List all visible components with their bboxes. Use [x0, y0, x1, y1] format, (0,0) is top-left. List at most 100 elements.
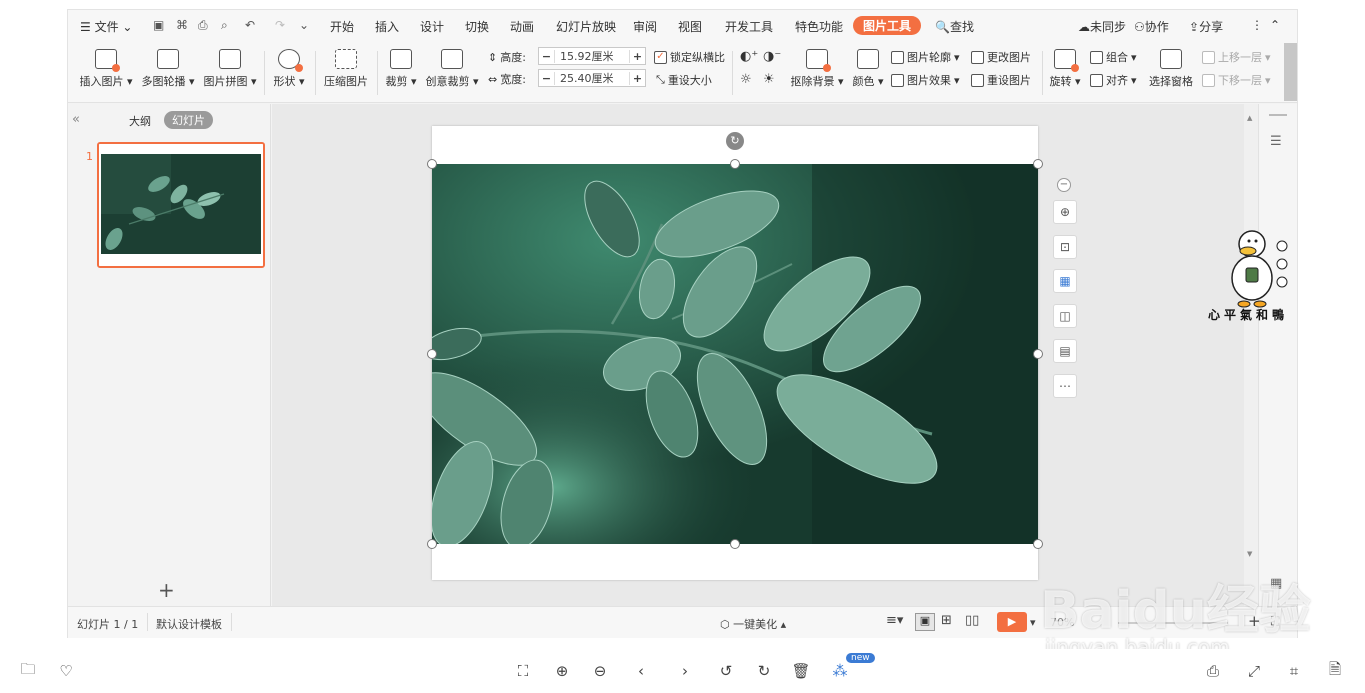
compress-picture-button[interactable]: 压缩图片	[321, 49, 371, 89]
ribbon-scroll-right[interactable]	[1284, 43, 1297, 101]
scroll-up-icon[interactable]: ▲	[1247, 114, 1252, 122]
leaf-picture[interactable]	[432, 164, 1038, 544]
add-slide-button[interactable]: +	[158, 578, 175, 602]
height-decrease-button[interactable]: −	[539, 49, 555, 63]
picture-outline-button[interactable]: 图片轮廓 ▾	[891, 49, 960, 65]
print-preview-icon[interactable]: ⌕	[221, 18, 228, 33]
actual-size-icon[interactable]: ⛶	[512, 660, 534, 682]
crop-picture-icon[interactable]: ⊡	[1053, 235, 1077, 259]
normal-view-icon[interactable]: ▣	[915, 613, 935, 631]
reset-size-button[interactable]: ⤡ 重设大小	[656, 72, 712, 88]
file-info-icon[interactable]: 🗎	[1324, 660, 1346, 682]
tab-outline[interactable]: 大纲	[129, 113, 151, 129]
rotate-right-icon[interactable]: ↻	[753, 660, 775, 682]
selection-pane-button[interactable]: 选择窗格	[1145, 49, 1197, 89]
picture-to-text-icon[interactable]: ▦	[1053, 269, 1077, 293]
multi-carousel-button[interactable]: 多图轮播 ▾	[140, 49, 196, 89]
insert-picture-button[interactable]: 插入图片 ▾	[78, 49, 134, 89]
sync-status-button[interactable]: ☁未同步	[1078, 18, 1126, 35]
slideshow-dropdown-icon[interactable]: ▾	[1030, 616, 1036, 629]
tab-animations[interactable]: 动画	[510, 18, 534, 35]
resize-handle-bottom-left[interactable]	[427, 539, 437, 549]
height-input[interactable]: 15.92厘米	[555, 48, 629, 64]
send-backward-button[interactable]: 下移一层 ▾	[1202, 72, 1271, 88]
fullscreen-icon[interactable]: ⤢	[1243, 660, 1265, 682]
rotate-button[interactable]: 旋转 ▾	[1048, 49, 1082, 89]
share-button[interactable]: ⇪分享	[1189, 18, 1223, 35]
shape-button[interactable]: 形状 ▾	[271, 49, 307, 89]
resize-handle-bottom-right[interactable]	[1033, 539, 1043, 549]
slide-sorter-icon[interactable]: ⊞	[941, 613, 952, 628]
width-increase-button[interactable]: +	[629, 71, 645, 85]
remove-background-button[interactable]: 抠除背景 ▾	[786, 49, 848, 89]
tab-picture-tools[interactable]: 图片工具	[853, 16, 922, 35]
collaborate-button[interactable]: ⚇协作	[1134, 18, 1169, 35]
favorite-heart-icon[interactable]: ♡	[55, 660, 77, 682]
tab-insert[interactable]: 插入	[375, 18, 399, 35]
contrast-increase-icon[interactable]: ◐⁺	[740, 49, 758, 64]
width-decrease-button[interactable]: −	[539, 71, 555, 85]
previous-icon[interactable]: ‹	[630, 660, 652, 682]
reading-view-icon[interactable]: ▯▯	[965, 613, 979, 628]
scroll-down-icon[interactable]: ▼	[1247, 550, 1252, 558]
group-button[interactable]: 组合 ▾	[1090, 49, 1137, 65]
contrast-decrease-icon[interactable]: ◑⁻	[763, 49, 781, 64]
height-stepper[interactable]: − 15.92厘米 +	[538, 47, 646, 65]
print-icon[interactable]: ⎙	[198, 18, 208, 33]
crop-button[interactable]: 裁剪 ▾	[384, 49, 418, 89]
rotate-left-icon[interactable]: ↺	[715, 660, 737, 682]
resize-handle-top-right[interactable]	[1033, 159, 1043, 169]
more-picture-tools-icon[interactable]: ⋯	[1053, 374, 1077, 398]
picture-collage-button[interactable]: 图片拼图 ▾	[202, 49, 258, 89]
tab-transitions[interactable]: 切换	[465, 18, 489, 35]
resize-handle-top-left[interactable]	[427, 159, 437, 169]
align-button[interactable]: 对齐 ▾	[1090, 72, 1137, 88]
zoom-out-icon[interactable]: ⊖	[589, 660, 611, 682]
bring-forward-button[interactable]: 上移一层 ▾	[1202, 49, 1271, 65]
lock-aspect-ratio-checkbox[interactable]: ✓ 锁定纵横比	[654, 49, 725, 65]
picture-effects-button[interactable]: 图片效果 ▾	[891, 72, 960, 88]
more-options-icon[interactable]: ⋮	[1251, 18, 1263, 32]
ocr-scan-icon[interactable]: ⌗	[1283, 660, 1305, 682]
zoom-picture-icon[interactable]: ⊕	[1053, 200, 1077, 224]
file-menu[interactable]: ☰ 文件 ⌄	[80, 18, 132, 35]
format-painter-icon[interactable]: ⌘	[176, 18, 188, 32]
zoom-in-icon[interactable]: ⊕	[551, 660, 573, 682]
notes-icon[interactable]: ≡▾	[886, 613, 903, 628]
search-button[interactable]: 🔍查找	[935, 18, 974, 35]
undo-icon[interactable]: ↶	[245, 18, 255, 32]
beautify-button[interactable]: ⬡ 一键美化 ▴	[720, 616, 786, 632]
color-button[interactable]: 颜色 ▾	[851, 49, 885, 89]
vertical-scrollbar[interactable]: ▲ ▼	[1244, 104, 1258, 606]
replace-picture-icon[interactable]: ◫	[1053, 304, 1077, 328]
width-input[interactable]: 25.40厘米	[555, 70, 629, 86]
delete-icon[interactable]: 🗑	[790, 660, 812, 682]
apps-grid-icon[interactable]: ⁂	[829, 660, 851, 682]
slide-thumbnail[interactable]	[97, 142, 265, 268]
rotate-handle-icon[interactable]: ↻	[726, 132, 744, 150]
collapse-float-toolbar-icon[interactable]: −	[1057, 178, 1071, 192]
brightness-decrease-icon[interactable]: ☀	[763, 72, 775, 87]
tab-special-features[interactable]: 特色功能	[795, 18, 843, 35]
reset-picture-button[interactable]: 重设图片	[971, 72, 1031, 88]
next-icon[interactable]: ›	[674, 660, 696, 682]
resize-handle-top[interactable]	[730, 159, 740, 169]
width-stepper[interactable]: − 25.40厘米 +	[538, 69, 646, 87]
tab-slideshow[interactable]: 幻灯片放映	[556, 18, 616, 35]
change-picture-button[interactable]: 更改图片	[971, 49, 1031, 65]
properties-icon[interactable]: ☰	[1270, 134, 1282, 149]
height-increase-button[interactable]: +	[629, 49, 645, 63]
brightness-increase-icon[interactable]: ☼	[740, 72, 752, 87]
resize-handle-bottom[interactable]	[730, 539, 740, 549]
tab-view[interactable]: 视图	[678, 18, 702, 35]
resize-handle-right[interactable]	[1033, 349, 1043, 359]
open-folder-icon[interactable]: 🗀	[17, 660, 39, 682]
template-name[interactable]: 默认设计模板	[156, 616, 222, 632]
tab-review[interactable]: 审阅	[633, 18, 657, 35]
print-icon[interactable]: ⎙	[1202, 660, 1224, 682]
slide[interactable]: ↻	[427, 126, 1043, 580]
tab-slides[interactable]: 幻灯片	[164, 111, 213, 129]
collapse-panel-icon[interactable]: «	[72, 112, 80, 127]
quick-access-dropdown-icon[interactable]: ⌄	[299, 18, 309, 32]
tab-developer[interactable]: 开发工具	[725, 18, 773, 35]
